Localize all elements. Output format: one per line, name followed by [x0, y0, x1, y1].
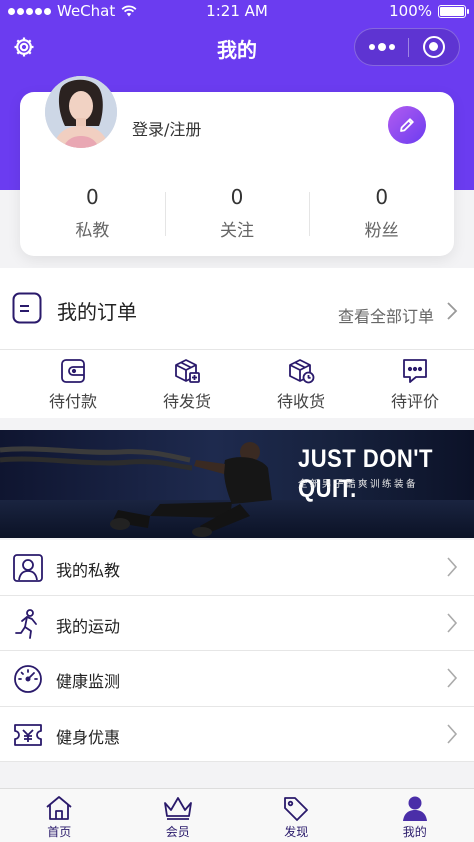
menu-item-label: 我的私教 — [56, 561, 121, 580]
chevron-right-icon — [447, 612, 458, 633]
chevron-right-icon — [447, 302, 458, 320]
close-mini-program-icon[interactable] — [423, 36, 445, 58]
tab-label: 会员 — [165, 825, 190, 839]
order-pending-shipment[interactable]: 待发货 — [130, 358, 244, 411]
home-icon — [46, 796, 72, 820]
tab-label: 我的 — [402, 825, 427, 839]
battery-icon — [438, 4, 469, 18]
battery-percent: 100% — [389, 2, 432, 20]
more-icon[interactable] — [355, 29, 408, 65]
order-status-label: 待发货 — [162, 392, 211, 411]
order-status-row: 待付款 待发货 待收货 待评价 — [0, 358, 474, 411]
navigation-bar: 我的 — [0, 24, 474, 70]
order-status-label: 待付款 — [48, 392, 97, 411]
package-icon — [175, 359, 200, 383]
stat-trainers[interactable]: 0 私教 — [20, 184, 165, 241]
menu-item-label: 健康监测 — [56, 672, 121, 691]
mini-program-capsule — [354, 28, 460, 66]
tab-label: 发现 — [284, 825, 309, 839]
trainer-icon — [13, 554, 43, 582]
menu-item-health-monitor[interactable]: 健康监测 — [0, 651, 474, 707]
running-icon — [15, 608, 37, 639]
user-icon — [402, 796, 427, 821]
stat-label: 私教 — [75, 221, 110, 241]
tab-home[interactable]: 首页 — [0, 789, 119, 842]
gauge-icon — [14, 665, 42, 693]
profile-stats: 0 私教 0 关注 0 粉丝 — [20, 184, 454, 241]
profile-card: 登录/注册 0 私教 0 关注 0 粉丝 — [20, 76, 454, 256]
wallet-icon — [61, 359, 85, 383]
crown-icon — [163, 797, 192, 820]
edit-profile-button[interactable] — [388, 106, 426, 144]
promo-banner[interactable]: JUST DON'T QUIT. 全新男子酷爽训练装备 — [0, 430, 474, 538]
orders-section: 我的订单 查看全部订单 待付款 待发货 待收货 待评价 — [0, 268, 474, 418]
tag-icon — [284, 797, 309, 821]
tab-bar: 首页 会员 发现 我的 — [0, 788, 474, 842]
stat-value: 0 — [85, 185, 99, 209]
order-pending-receipt[interactable]: 待收货 — [244, 358, 358, 411]
stat-value: 0 — [230, 185, 244, 209]
order-list-icon — [12, 292, 42, 324]
coupon-icon — [14, 723, 42, 746]
tab-me[interactable]: 我的 — [356, 789, 474, 842]
stat-label: 关注 — [220, 221, 254, 241]
banner-subtitle: 全新男子酷爽训练装备 — [298, 479, 419, 490]
avatar[interactable] — [45, 76, 117, 148]
menu-item-my-trainer[interactable]: 我的私教 — [0, 540, 474, 596]
menu-item-fitness-deals[interactable]: 健身优惠 — [0, 707, 474, 762]
package-clock-icon — [289, 359, 315, 384]
banner-slogan: JUST DON'T QUIT. — [298, 444, 433, 503]
pencil-icon — [400, 118, 414, 132]
status-bar: WeChat 1:21 AM 100% — [0, 0, 474, 22]
chevron-right-icon — [447, 668, 458, 688]
tab-membership[interactable]: 会员 — [119, 789, 238, 842]
order-pending-review[interactable]: 待评价 — [358, 358, 472, 411]
tab-discover[interactable]: 发现 — [237, 789, 356, 842]
capsule-divider — [408, 38, 409, 57]
stat-following[interactable]: 0 关注 — [164, 184, 310, 241]
chevron-right-icon — [447, 557, 458, 577]
orders-header[interactable]: 我的订单 查看全部订单 — [0, 268, 474, 350]
menu-item-label: 我的运动 — [56, 616, 121, 636]
orders-title: 我的订单 — [57, 300, 137, 324]
menu-item-label: 健身优惠 — [56, 727, 121, 747]
tab-label: 首页 — [47, 825, 72, 839]
menu-item-my-sports[interactable]: 我的运动 — [0, 596, 474, 651]
stat-followers[interactable]: 0 粉丝 — [309, 184, 454, 241]
order-status-label: 待评价 — [390, 392, 439, 411]
view-all-orders-link[interactable]: 查看全部订单 — [338, 303, 434, 327]
comment-icon — [403, 359, 427, 383]
chevron-right-icon — [447, 723, 458, 744]
order-status-label: 待收货 — [276, 392, 325, 411]
stat-value: 0 — [375, 185, 389, 209]
stat-label: 粉丝 — [364, 221, 399, 241]
athlete-illustration — [0, 442, 272, 537]
login-register-link[interactable]: 登录/注册 — [132, 116, 201, 140]
menu-list: 我的私教 我的运动 健康监测 健身优惠 — [0, 540, 474, 762]
order-pending-payment[interactable]: 待付款 — [16, 358, 130, 411]
